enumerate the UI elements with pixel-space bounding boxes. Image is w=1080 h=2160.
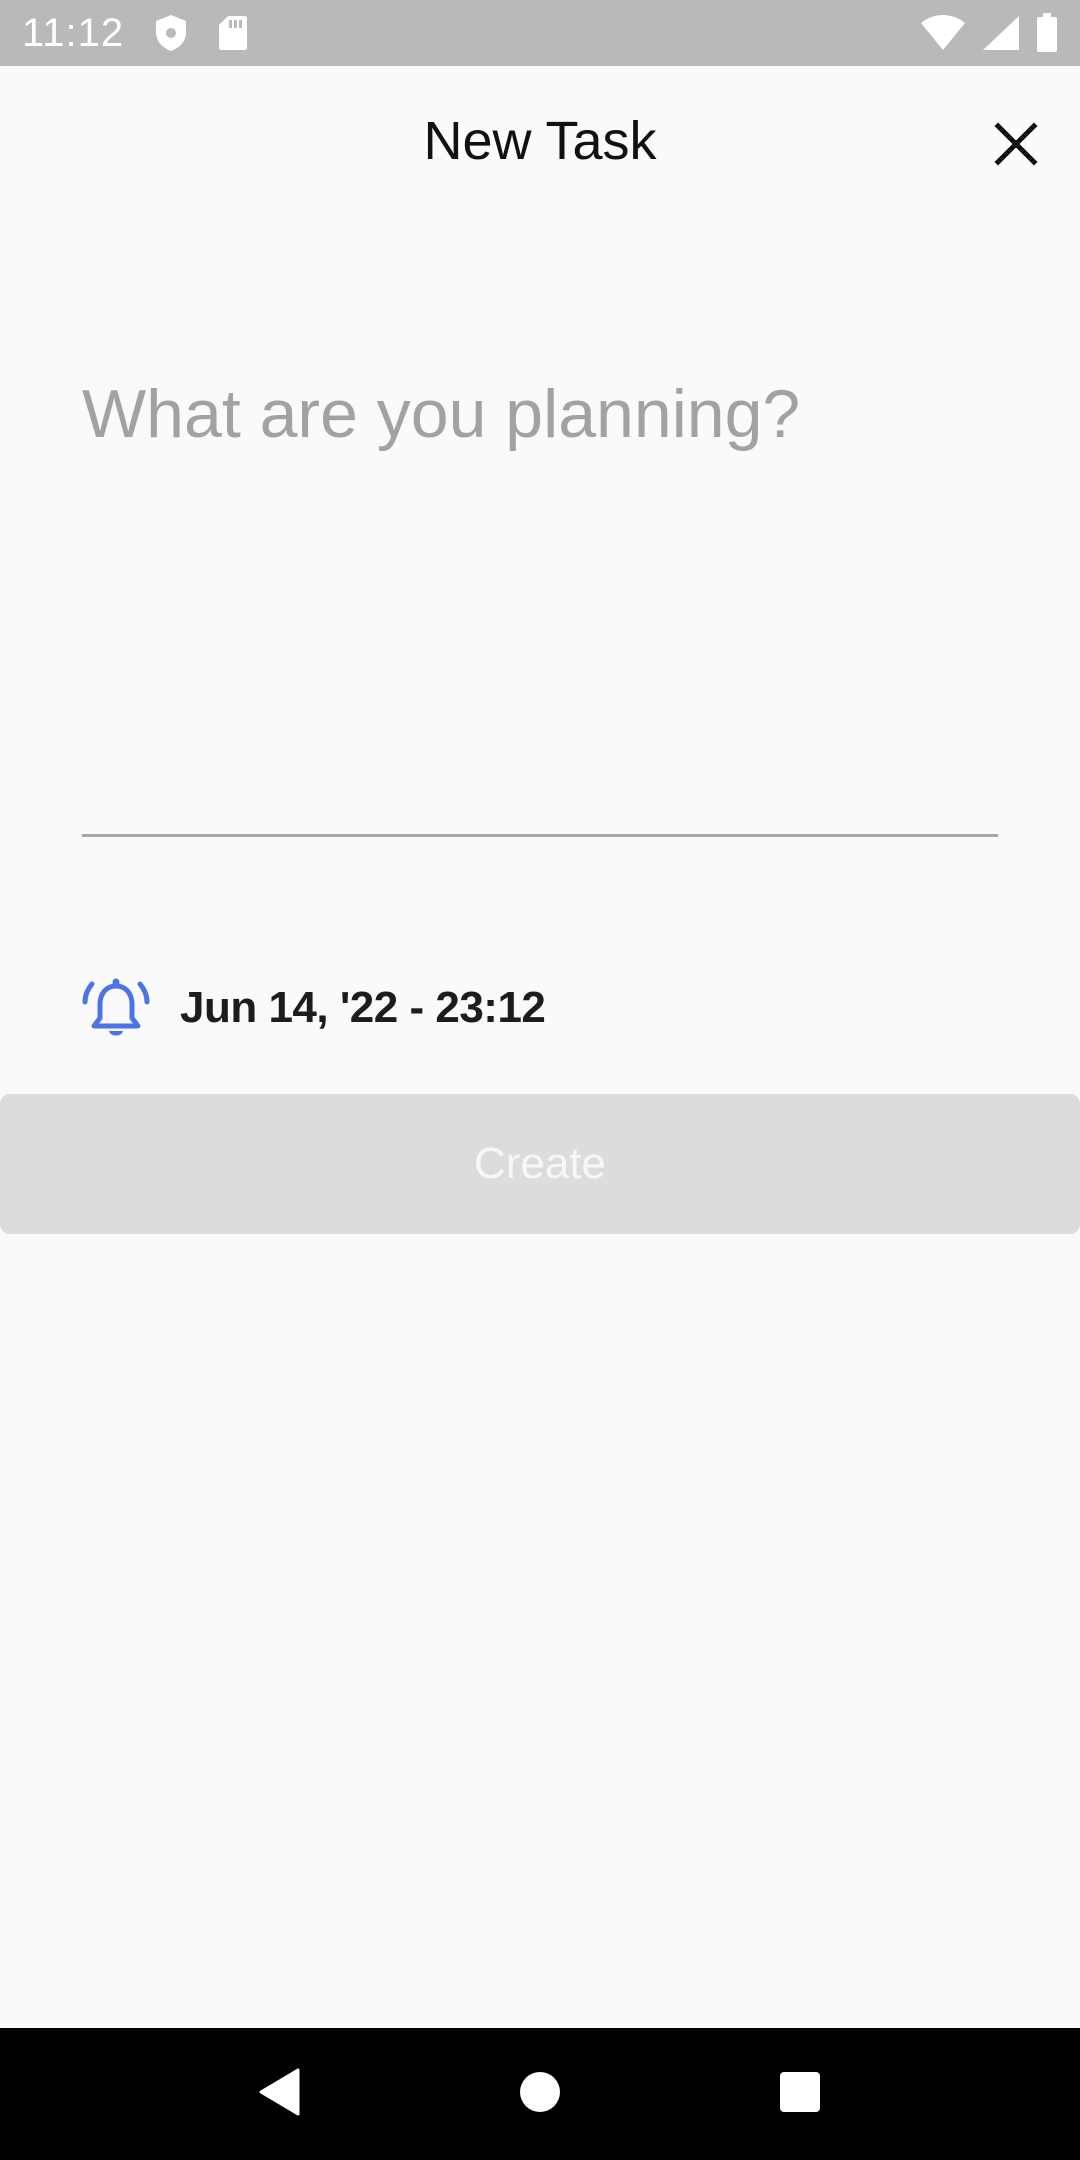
home-button[interactable] — [500, 2054, 580, 2134]
battery-icon — [1036, 13, 1058, 53]
recents-icon — [778, 2070, 822, 2119]
reminder-datetime: Jun 14, '22 - 23:12 — [180, 983, 546, 1032]
create-button[interactable]: Create — [0, 1094, 1080, 1234]
system-nav-bar — [0, 2028, 1080, 2160]
status-bar: 11:12 — [0, 0, 1080, 66]
status-time: 11:12 — [22, 10, 125, 55]
alarm-bell-icon — [82, 974, 150, 1042]
back-button[interactable] — [240, 2054, 320, 2134]
input-underline — [82, 834, 998, 837]
close-icon — [994, 121, 1038, 171]
sd-card-icon — [218, 15, 248, 51]
header: New Task — [0, 66, 1080, 222]
recents-button[interactable] — [760, 2054, 840, 2134]
task-input[interactable] — [82, 370, 998, 836]
back-icon — [258, 2068, 302, 2121]
close-button[interactable] — [982, 112, 1050, 180]
home-icon — [518, 2070, 562, 2119]
wifi-icon — [920, 15, 966, 51]
reminder-date-picker[interactable]: Jun 14, '22 - 23:12 — [82, 970, 546, 1046]
new-task-screen: 11:12 New Task What are you planning? Ju… — [0, 0, 1080, 2160]
page-title: New Task — [423, 111, 657, 171]
status-left-icons — [154, 14, 248, 52]
shield-icon — [154, 14, 188, 52]
cell-signal-icon — [982, 15, 1020, 51]
status-right-icons — [920, 13, 1058, 53]
